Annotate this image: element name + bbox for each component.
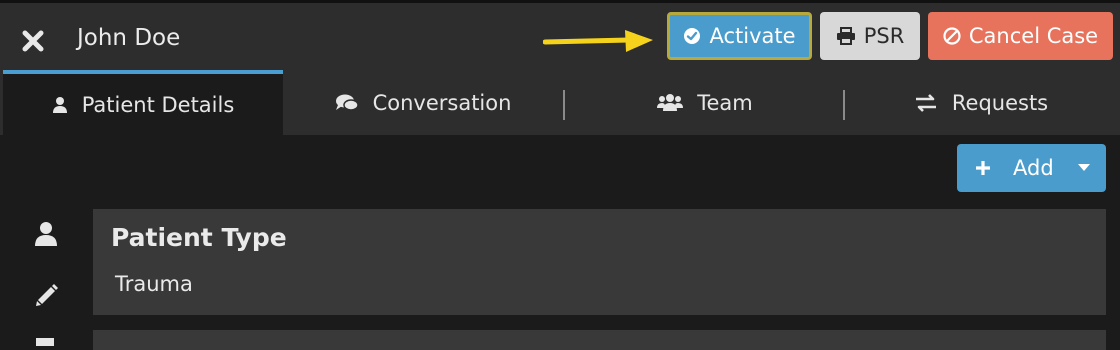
close-icon: [22, 30, 44, 52]
caret-down-icon: [1077, 164, 1090, 172]
sidebar-document-icon[interactable]: [34, 336, 56, 346]
psr-label: PSR: [863, 24, 905, 48]
cancel-case-button[interactable]: Cancel Case: [928, 12, 1113, 60]
tab-conversation[interactable]: Conversation: [283, 70, 563, 135]
tab-label: Patient Details: [81, 92, 235, 117]
tab-team[interactable]: Team: [566, 70, 844, 135]
tab-divider: [843, 90, 845, 120]
ban-icon: [943, 27, 961, 45]
user-icon: [35, 222, 57, 246]
tab-label: Requests: [951, 90, 1049, 115]
document-icon: [36, 338, 54, 346]
activate-button[interactable]: Activate: [667, 12, 812, 60]
tab-label: Team: [697, 90, 753, 115]
case-header: John Doe Activate PSR Cancel Case: [0, 3, 1120, 70]
tab-label: Conversation: [372, 90, 512, 115]
card-title: Patient Type: [111, 223, 287, 252]
plus-icon: [975, 160, 991, 176]
pencil-icon: [36, 284, 58, 306]
check-circle-icon: [683, 27, 701, 45]
close-button[interactable]: [20, 28, 46, 54]
tab-bar: Patient Details Conversation Team Reques…: [0, 70, 1120, 135]
user-icon: [52, 96, 68, 114]
tab-patient-details[interactable]: Patient Details: [3, 70, 283, 135]
patient-type-value: Trauma: [115, 272, 193, 296]
patient-name: John Doe: [77, 25, 181, 51]
psr-button[interactable]: PSR: [820, 12, 920, 60]
tab-divider: [563, 90, 565, 120]
next-card: [93, 330, 1106, 350]
cancel-case-label: Cancel Case: [968, 24, 1099, 48]
exchange-icon: [914, 93, 938, 112]
comments-icon: [335, 93, 359, 113]
printer-icon: [836, 27, 856, 45]
users-icon: [657, 93, 684, 112]
sidebar-patient-icon[interactable]: [34, 221, 58, 247]
add-dropdown-button[interactable]: Add: [957, 144, 1106, 192]
tab-requests[interactable]: Requests: [847, 70, 1115, 135]
sidebar-edit-icon[interactable]: [34, 282, 60, 308]
activate-label: Activate: [709, 24, 796, 48]
add-label: Add: [1013, 156, 1054, 180]
annotation-arrow-icon: [543, 30, 653, 52]
patient-type-card: Patient Type Trauma: [93, 209, 1106, 315]
